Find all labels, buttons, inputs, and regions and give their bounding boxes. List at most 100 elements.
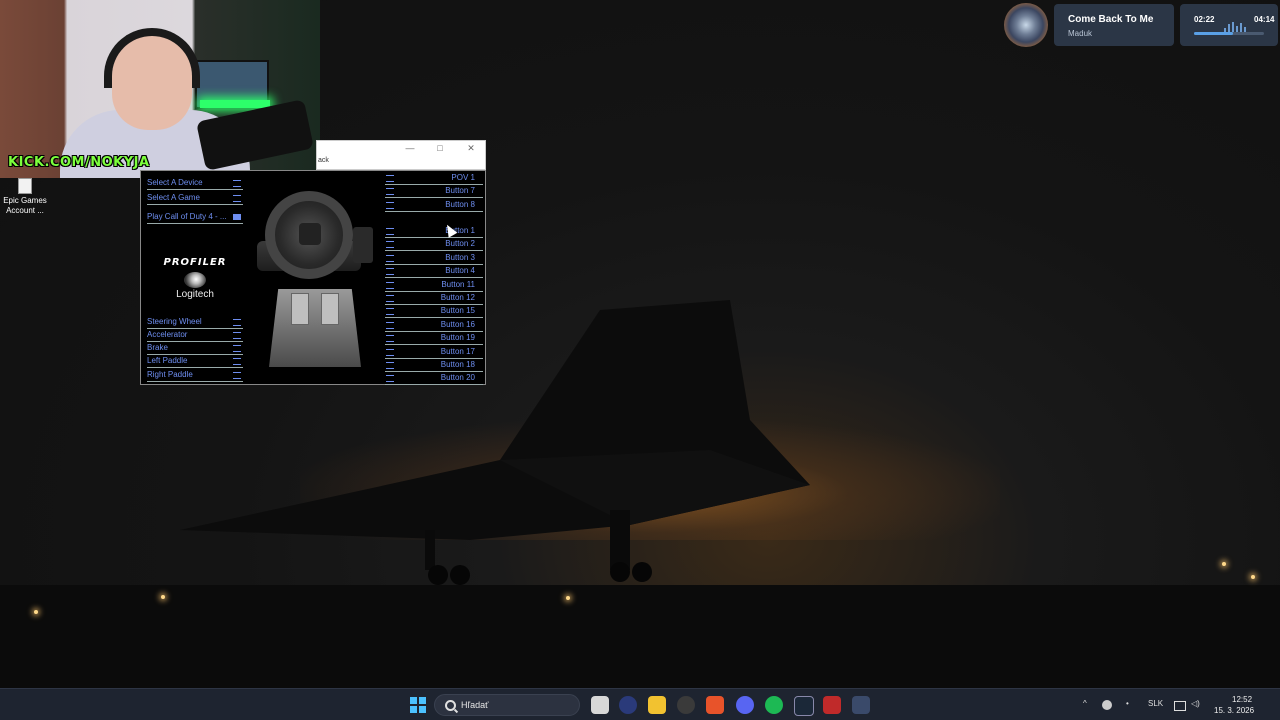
chrome-icon[interactable] xyxy=(677,696,695,714)
grip-icon xyxy=(386,188,394,196)
button-binding[interactable]: Button 1 xyxy=(385,225,483,238)
discord-icon[interactable] xyxy=(736,696,754,714)
waveform-icon xyxy=(1224,14,1252,32)
button-binding[interactable]: Button 11 xyxy=(385,279,483,292)
spotify-icon[interactable] xyxy=(765,696,783,714)
minimize-button[interactable]: — xyxy=(401,142,419,154)
desktop-icon-label: Epic Games xyxy=(3,196,47,205)
button-binding[interactable]: Button 18 xyxy=(385,359,483,372)
shifter-image xyxy=(353,227,373,263)
runway-light xyxy=(566,596,570,600)
steam-icon[interactable] xyxy=(794,696,814,716)
axis-brake[interactable]: Brake xyxy=(147,342,243,355)
button-binding[interactable]: Button 2 xyxy=(385,238,483,252)
grip-icon xyxy=(386,254,394,262)
window-titlebar[interactable]: — □ ✕ xyxy=(316,140,486,156)
pedal-left xyxy=(291,293,309,325)
logitech-logo-icon xyxy=(184,272,206,288)
axis-left-paddle[interactable]: Left Paddle xyxy=(147,355,243,368)
track-title: Come Back To Me xyxy=(1068,14,1154,25)
profiler-wordmark: PROFILER xyxy=(163,257,227,268)
binding-label: POV 1 xyxy=(451,173,475,182)
track-progress-fill xyxy=(1194,32,1234,35)
grip-icon xyxy=(386,201,394,209)
wheel-hub xyxy=(299,223,321,245)
tray-app-icon[interactable] xyxy=(1102,700,1112,710)
grip-icon xyxy=(386,175,394,182)
binding-label: Button 16 xyxy=(440,319,475,329)
grip-icon xyxy=(386,281,394,289)
axis-label: Left Paddle xyxy=(147,356,188,365)
button-binding[interactable]: Button 3 xyxy=(385,252,483,265)
maximize-button[interactable]: □ xyxy=(431,142,449,154)
binding-label: Button 8 xyxy=(445,199,475,209)
volume-icon[interactable]: ◁) xyxy=(1191,699,1200,708)
taskbar-search-input[interactable]: Hľadať xyxy=(434,694,580,716)
menu-play-game[interactable]: Play Call of Duty 4 - ... xyxy=(147,211,243,224)
clock-time[interactable]: 12:52 xyxy=(1232,695,1252,704)
axis-right-paddle[interactable]: Right Paddle xyxy=(147,369,243,382)
button-binding[interactable]: Button 12 xyxy=(385,292,483,305)
clock-date[interactable]: 15. 3. 2026 xyxy=(1214,706,1254,715)
axis-label: Steering Wheel xyxy=(147,317,202,326)
brave-icon[interactable] xyxy=(706,696,724,714)
search-placeholder: Hľadať xyxy=(461,700,489,710)
binding-label: Button 19 xyxy=(440,333,475,343)
microphone-icon[interactable]: • xyxy=(1126,699,1129,708)
taskbar: Hľadať ^ • SLK ◁) 12:52 15. 3. 2026 xyxy=(0,688,1280,720)
track-elapsed: 02:22 xyxy=(1194,15,1215,24)
profiler-logo: PROFILER Logitech xyxy=(153,257,237,300)
app-icon[interactable] xyxy=(823,696,841,714)
toolbar-text: ack xyxy=(318,157,329,164)
runway xyxy=(0,585,1280,688)
grip-icon xyxy=(233,358,241,365)
grip-icon xyxy=(386,321,394,329)
grip-icon xyxy=(233,180,241,187)
button-binding[interactable]: Button 7 xyxy=(385,185,483,199)
axis-accelerator[interactable]: Accelerator xyxy=(147,329,243,342)
chevron-up-icon[interactable]: ^ xyxy=(1083,699,1087,708)
runway-light xyxy=(1251,575,1255,579)
menu-label: Select A Device xyxy=(147,178,203,187)
grip-icon xyxy=(386,375,394,383)
app-icon[interactable] xyxy=(852,696,870,714)
windows-start-icon[interactable] xyxy=(410,697,426,713)
task-view-icon[interactable] xyxy=(591,696,609,714)
headphones-icon xyxy=(104,28,200,88)
grip-icon xyxy=(386,348,394,356)
grip-icon xyxy=(233,195,241,202)
pedal-right xyxy=(321,293,339,325)
button-binding[interactable]: Button 17 xyxy=(385,346,483,359)
menu-select-game[interactable]: Select A Game xyxy=(147,192,243,205)
binding-label: Button 15 xyxy=(440,306,475,316)
axis-label: Accelerator xyxy=(147,330,188,339)
now-playing-widget: Come Back To Me Maduk xyxy=(1004,2,1176,47)
axis-steering-wheel[interactable]: Steering Wheel xyxy=(147,316,243,329)
grip-icon xyxy=(386,308,394,316)
button-binding[interactable]: Button 19 xyxy=(385,332,483,346)
desktop-icon-epic-games[interactable]: Epic Games Account ... xyxy=(2,178,48,216)
webcam-overlay: KICK.COM/NOKYJA xyxy=(0,0,320,178)
close-button[interactable]: ✕ xyxy=(462,142,480,154)
button-binding[interactable]: POV 1 xyxy=(385,172,483,185)
menu-label: Play Call of Duty 4 - ... xyxy=(147,212,227,221)
folder-icon[interactable] xyxy=(648,696,666,714)
webcam-url-overlay: KICK.COM/NOKYJA xyxy=(8,155,150,170)
language-indicator[interactable]: SLK xyxy=(1148,699,1163,708)
app-icon[interactable] xyxy=(619,696,637,714)
button-binding[interactable]: Button 16 xyxy=(385,319,483,332)
runway-light xyxy=(161,595,165,599)
grip-icon xyxy=(386,268,394,276)
button-binding[interactable]: Button 4 xyxy=(385,265,483,279)
grip-icon xyxy=(386,362,394,369)
track-artist: Maduk xyxy=(1068,29,1093,38)
runway-light xyxy=(34,610,38,614)
button-binding[interactable]: Button 15 xyxy=(385,305,483,319)
menu-select-device[interactable]: Select A Device xyxy=(147,177,243,190)
button-binding[interactable]: Button 20 xyxy=(385,372,483,386)
network-icon[interactable] xyxy=(1174,701,1186,711)
button-binding[interactable]: Button 8 xyxy=(385,199,483,212)
file-icon xyxy=(18,178,32,194)
track-total: 04:14 xyxy=(1254,15,1275,24)
binding-label: Button 3 xyxy=(445,252,475,262)
